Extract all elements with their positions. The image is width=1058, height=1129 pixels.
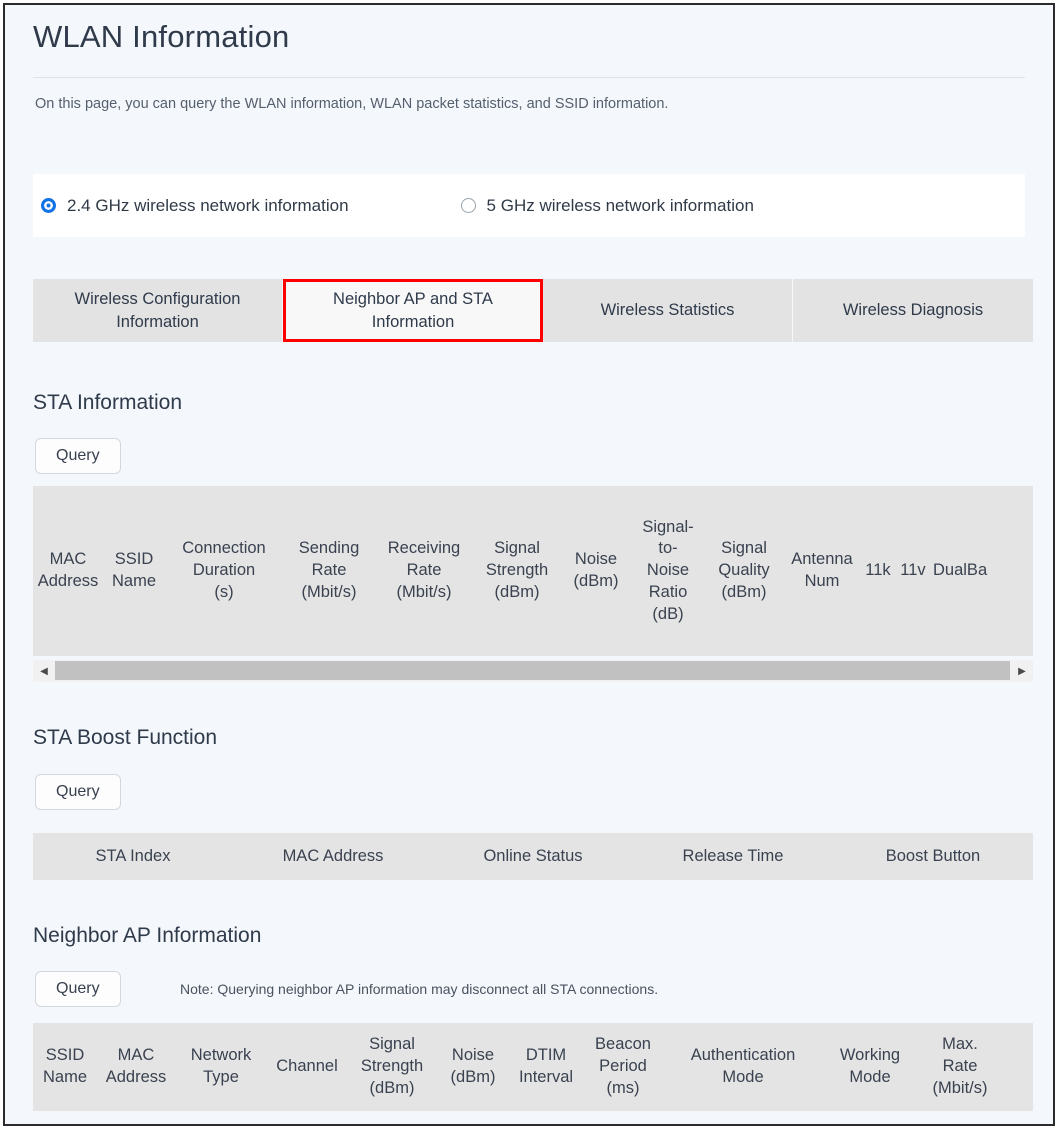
radio-option-5ghz-label: 5 GHz wireless network information (486, 195, 754, 215)
column-header-noise: Noise (dBm) (450, 1046, 496, 1086)
tab-label: Wireless Configuration Information (74, 290, 241, 331)
sta-information-table-header-row: MAC Address SSID Name Connection Duration (s… (33, 486, 1033, 656)
tab-neighbor-ap-and-sta-information[interactable]: Neighbor AP and STA Information (283, 279, 543, 342)
column-header-signal-strength: Signal Strength (dBm) (360, 1035, 424, 1097)
column-header-dualband: DualBa (933, 561, 988, 580)
tab-label: Wireless Diagnosis (842, 301, 984, 320)
title-divider (33, 77, 1025, 78)
column-header-sta-index: STA Index (95, 846, 171, 865)
neighbor-ap-query-button[interactable]: Query (35, 971, 121, 1007)
column-header-signal-strength: Signal Strength (dBm) (485, 539, 549, 601)
sta-information-table: MAC Address SSID Name Connection Duration (s… (33, 486, 1033, 656)
column-header-mac-address: MAC Address (105, 1046, 167, 1086)
column-header-channel: Channel (276, 1057, 338, 1076)
column-header-max-rate: Max. Rate (Mbit/s) (932, 1035, 988, 1097)
column-header-boost-button: Boost Button (885, 846, 981, 865)
neighbor-ap-table: SSID Name MAC Address Network Type Channel … (33, 1023, 1033, 1111)
column-header-ssid-name: SSID Name (111, 550, 156, 590)
column-header-online-status: Online Status (483, 846, 583, 865)
page-title: WLAN Information (33, 19, 290, 54)
column-header-11k: 11k (865, 561, 891, 580)
page-description: On this page, you can query the WLAN inf… (35, 96, 669, 112)
column-header-beacon-period: Beacon Period (ms) (595, 1035, 651, 1097)
radio-option-5ghz[interactable]: 5 GHz wireless network information (460, 195, 754, 216)
sta-boost-function-heading: STA Boost Function (33, 726, 218, 749)
radio-option-24ghz-label: 2.4 GHz wireless network information (67, 195, 349, 215)
column-header-mac-address: MAC Address (282, 846, 384, 865)
column-header-sending-rate: Sending Rate (Mbit/s) (298, 539, 360, 601)
scrollbar-thumb[interactable] (55, 661, 1010, 680)
wlan-information-page: WLAN Information On this page, you can q… (3, 3, 1055, 1126)
column-header-working-mode: Working Mode (839, 1046, 901, 1086)
scroll-right-arrow-icon[interactable]: ▶ (1011, 660, 1033, 682)
column-header-authentication-mode: Authentication Mode (690, 1046, 796, 1086)
column-header-noise: Noise (dBm) (573, 550, 619, 590)
sta-information-query-button[interactable]: Query (35, 438, 121, 474)
radio-unselected-icon[interactable] (460, 198, 476, 213)
column-header-connection-duration: Connection Duration (s) (182, 539, 266, 601)
column-header-release-time: Release Time (682, 846, 784, 865)
sta-boost-query-button[interactable]: Query (35, 774, 121, 810)
neighbor-ap-information-heading: Neighbor AP Information (33, 924, 262, 947)
column-header-signal-quality: Signal Quality (dBm) (718, 539, 770, 601)
tab-label: Wireless Statistics (600, 301, 735, 320)
scroll-left-arrow-icon[interactable]: ◀ (33, 660, 55, 682)
column-header-dtim-interval: DTIM Interval (518, 1046, 574, 1086)
column-header-network-type: Network Type (190, 1046, 252, 1086)
scrollbar-track[interactable] (55, 660, 1011, 682)
tab-wireless-diagnosis[interactable]: Wireless Diagnosis (793, 279, 1033, 342)
sta-boost-table: STA Index MAC Address Online Status Rele… (33, 833, 1033, 880)
radio-option-24ghz[interactable]: 2.4 GHz wireless network information (41, 196, 349, 216)
band-selector: 2.4 GHz wireless network information 5 G… (33, 174, 1025, 237)
column-header-mac-address: MAC Address (37, 550, 99, 590)
neighbor-ap-table-header-row: SSID Name MAC Address Network Type Channel … (33, 1023, 1003, 1111)
column-header-ssid-name: SSID Name (42, 1046, 87, 1086)
column-header-antenna-num: Antenna Num (791, 550, 853, 590)
tab-wireless-statistics[interactable]: Wireless Statistics (543, 279, 793, 342)
tab-label: Neighbor AP and STA Information (333, 290, 493, 331)
sta-information-horizontal-scrollbar[interactable]: ◀ ▶ (33, 660, 1033, 682)
column-header-signal-to-noise-ratio: Signal-to- Noise Ratio (dB) (642, 517, 694, 623)
column-header-11v: 11v (900, 561, 926, 580)
sta-boost-table-header-row: STA Index MAC Address Online Status Rele… (33, 833, 1033, 880)
sta-information-heading: STA Information (33, 391, 183, 414)
tab-bar: Wireless Configuration Information Neigh… (33, 279, 1033, 342)
neighbor-ap-note: Note: Querying neighbor AP information m… (180, 981, 659, 997)
tab-wireless-configuration-information[interactable]: Wireless Configuration Information (33, 279, 283, 342)
column-header-receiving-rate: Receiving Rate (Mbit/s) (387, 539, 461, 601)
radio-selected-icon[interactable] (41, 198, 56, 213)
